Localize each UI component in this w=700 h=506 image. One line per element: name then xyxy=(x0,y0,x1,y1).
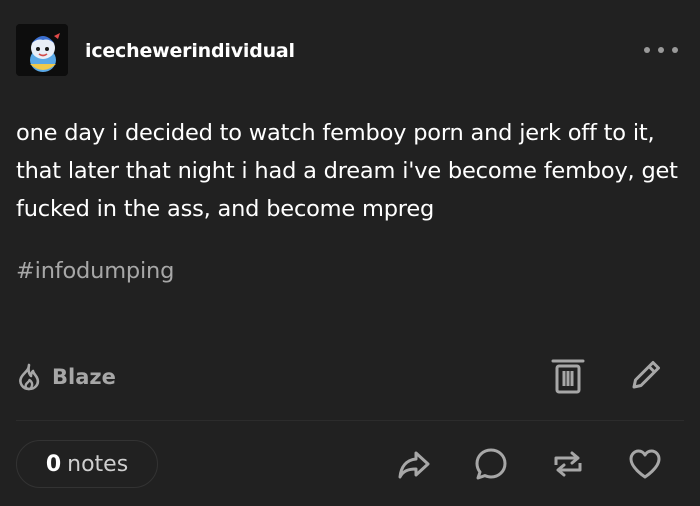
reblog-icon xyxy=(554,451,582,477)
heart-icon xyxy=(629,449,661,479)
pencil-icon xyxy=(632,361,660,389)
post-header: icechewerindividual xyxy=(16,24,684,78)
username[interactable]: icechewerindividual xyxy=(85,40,295,62)
share-icon xyxy=(398,451,430,479)
like-button[interactable] xyxy=(627,446,663,482)
delete-button[interactable] xyxy=(551,357,585,395)
divider xyxy=(16,420,684,421)
dot xyxy=(644,47,650,53)
dot xyxy=(672,47,678,53)
blaze-button[interactable]: Blaze xyxy=(14,359,116,395)
blaze-flame-icon xyxy=(19,363,40,391)
trash-icon xyxy=(551,359,585,394)
reply-icon xyxy=(475,448,507,480)
reblog-button[interactable] xyxy=(550,446,586,482)
edit-button[interactable] xyxy=(628,357,664,393)
blaze-label: Blaze xyxy=(52,365,116,389)
more-options-icon[interactable] xyxy=(644,38,678,62)
post-tag[interactable]: #infodumping xyxy=(16,258,174,284)
reply-button[interactable] xyxy=(473,446,509,482)
dot xyxy=(658,47,664,53)
notes-button[interactable]: 0 notes xyxy=(16,440,158,488)
notes-label: notes xyxy=(67,451,129,477)
avatar[interactable] xyxy=(16,24,68,76)
share-button[interactable] xyxy=(396,446,432,482)
avatar-image xyxy=(16,24,68,76)
post-text: one day i decided to watch femboy porn a… xyxy=(16,120,678,222)
notes-count: 0 xyxy=(45,451,62,477)
